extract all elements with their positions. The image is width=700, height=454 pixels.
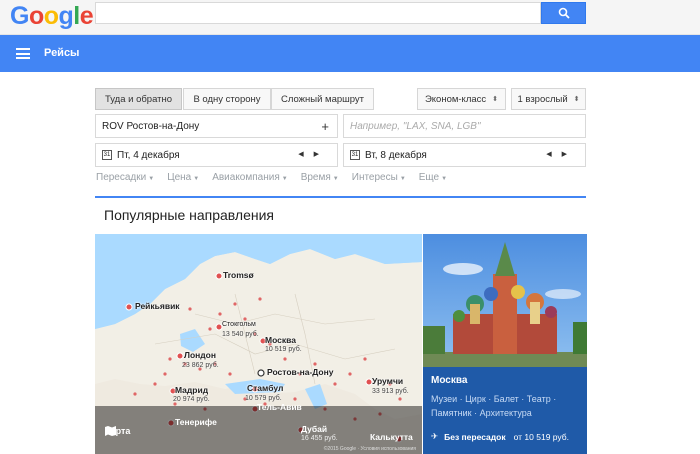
airplane-icon: ✈ (431, 431, 439, 441)
destination-field[interactable]: Например, "LAX, SNA, LGB" (343, 114, 586, 138)
top-bar: Google (0, 0, 700, 35)
divider (95, 196, 586, 198)
map-city-label[interactable]: Стокгольм (222, 321, 256, 328)
calendar-icon: 31 (102, 150, 112, 160)
map-city-label[interactable]: Тель-Авив (257, 402, 302, 412)
search-button[interactable] (541, 2, 586, 24)
map-city-price: 10 519 руб. (265, 346, 302, 353)
destination-flight-summary: ✈ Без пересадок от 10 519 руб. (431, 431, 583, 442)
destinations-map[interactable]: Tromsø Рейкьявик Стокгольм 13 540 руб. М… (95, 234, 422, 454)
stops-label: Без пересадок (444, 431, 506, 442)
filter-airline[interactable]: Авиакомпания ▼ (212, 172, 288, 190)
map-footer: Тель-Авив Тенерифе Дубай 16 455 руб. Кал… (95, 402, 422, 454)
map-city-label[interactable]: Тенерифе (175, 417, 217, 427)
trip-type-oneway-button[interactable]: В одну сторону (183, 88, 271, 110)
map-city-price: 20 974 руб. (173, 396, 210, 403)
hamburger-menu-icon[interactable] (16, 48, 30, 59)
passengers-select[interactable]: 1 взрослый ⬍ (511, 88, 586, 110)
google-logo[interactable]: Google (10, 2, 94, 31)
map-city-label[interactable]: Ростов-на-Дону (267, 367, 333, 377)
destination-card-moscow[interactable]: Москва Музеи · Цирк · Балет · Театр · Па… (423, 234, 587, 454)
destination-info: Москва Музеи · Цирк · Балет · Театр · Па… (423, 367, 587, 454)
app-title: Рейсы (44, 47, 80, 59)
calendar-icon: 31 (350, 150, 360, 160)
map-city-price: 13 540 руб. (222, 331, 259, 338)
trip-type-roundtrip-button[interactable]: Туда и обратно (95, 88, 182, 110)
filter-more[interactable]: Еще ▼ (419, 172, 447, 190)
search-icon (558, 7, 570, 19)
section-title: Популярные направления (104, 207, 275, 223)
search-input[interactable] (95, 2, 541, 24)
map-icon (105, 426, 116, 436)
depart-date-field[interactable]: 31 Пт, 4 декабря ◀▶ (95, 143, 338, 167)
cabin-class-select[interactable]: Эконом-класс ⬍ (417, 88, 506, 110)
origin-field[interactable]: ROV Ростов-на-Дону + (95, 114, 338, 138)
map-city-label[interactable]: Калькутта (370, 432, 413, 442)
add-origin-icon[interactable]: + (321, 119, 329, 134)
filter-stops[interactable]: Пересадки ▼ (96, 172, 154, 190)
date-prev-next-arrows-icon[interactable]: ◀▶ (546, 150, 577, 158)
map-city-label[interactable]: Урумчи (372, 376, 403, 386)
map-city-price: 33 913 руб. (372, 388, 409, 395)
trip-type-multicity-button[interactable]: Сложный маршрут (271, 88, 374, 110)
destination-name: Москва (431, 375, 468, 386)
filter-bar: Пересадки ▼ Цена ▼ Авиакомпания ▼ Время ▼ Ин… (96, 172, 586, 190)
map-city-price: 23 862 руб. (182, 362, 219, 369)
price-label: от 10 519 руб. (513, 431, 569, 442)
map-copyright: ©2015 Google · Условия использования (323, 446, 416, 452)
map-city-label[interactable]: Стамбул (247, 383, 283, 393)
filter-price[interactable]: Цена ▼ (167, 172, 199, 190)
map-city-label[interactable]: Лондон (184, 350, 216, 360)
return-date-field[interactable]: 31 Вт, 8 декабря ◀▶ (343, 143, 586, 167)
filter-time[interactable]: Время ▼ (301, 172, 339, 190)
updown-caret-icon: ⬍ (492, 96, 499, 103)
destination-photo (423, 234, 587, 367)
destination-tags: Музеи · Цирк · Балет · Театр · Памятник … (431, 394, 557, 418)
map-city-price: 10 579 руб. (245, 395, 282, 402)
map-city-label[interactable]: Дубай (301, 424, 327, 434)
map-city-label[interactable]: Мадрид (175, 385, 208, 395)
filter-interests[interactable]: Интересы ▼ (352, 172, 406, 190)
map-city-label[interactable]: Москва (265, 335, 296, 345)
app-bar: Рейсы (0, 35, 700, 72)
map-city-price: 16 455 руб. (301, 435, 338, 442)
map-city-label[interactable]: Рейкьявик (135, 301, 180, 311)
date-prev-next-arrows-icon[interactable]: ◀▶ (298, 150, 329, 158)
map-city-label[interactable]: Tromsø (223, 270, 254, 280)
map-button[interactable]: Карта (105, 426, 130, 436)
updown-caret-icon: ⬍ (573, 96, 580, 103)
